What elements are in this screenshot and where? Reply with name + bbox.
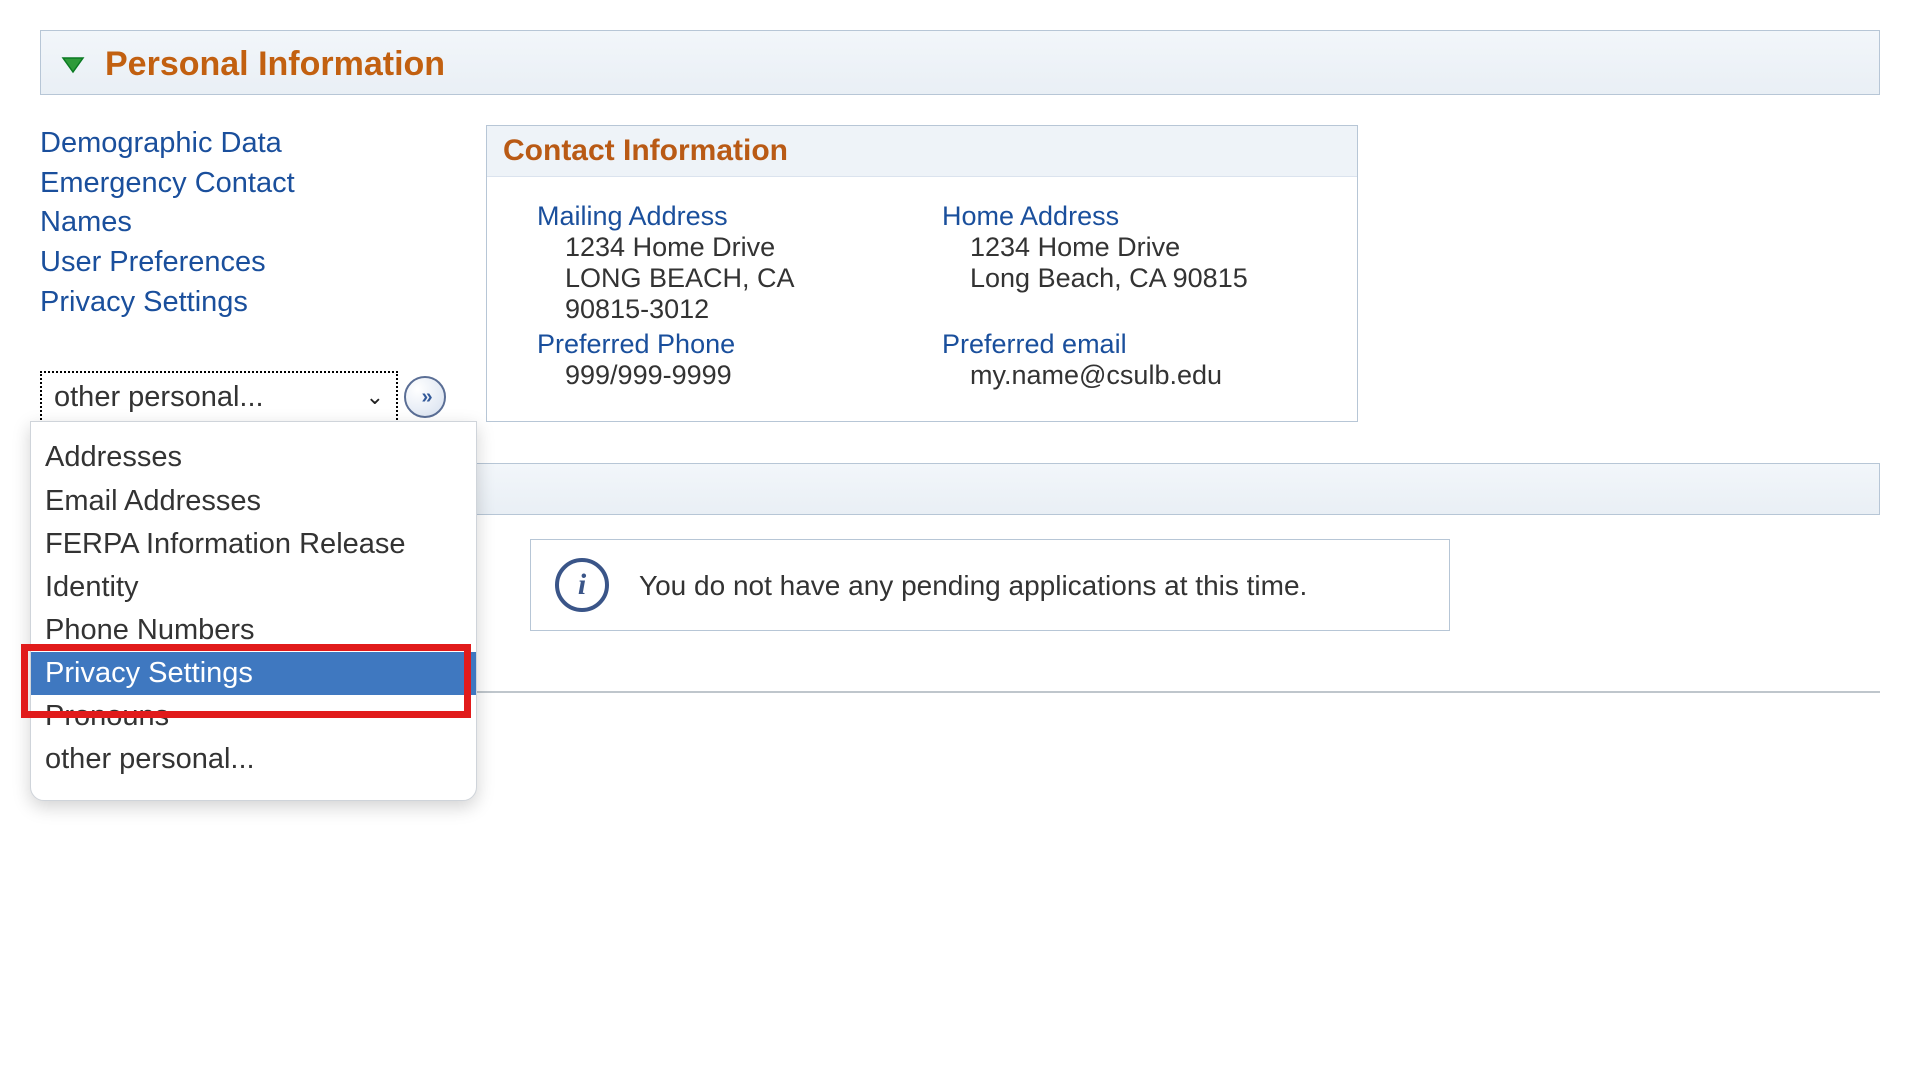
nav-link-demographic-data[interactable]: Demographic Data (40, 125, 446, 163)
contact-info-panel: Contact Information Mailing Address 1234… (486, 125, 1358, 422)
dropdown-option-phone-numbers[interactable]: Phone Numbers (31, 609, 476, 652)
nav-link-user-preferences[interactable]: User Preferences (40, 244, 446, 282)
dropdown-selected-value: other personal... (54, 381, 264, 414)
mailing-address-label[interactable]: Mailing Address (537, 201, 912, 232)
dropdown-option-privacy-settings[interactable]: Privacy Settings (31, 652, 476, 695)
dropdown-option-other-personal[interactable]: other personal... (31, 738, 476, 781)
dropdown-option-ferpa[interactable]: FERPA Information Release (31, 523, 476, 566)
collapse-triangle-icon[interactable] (61, 55, 85, 75)
nav-link-privacy-settings[interactable]: Privacy Settings (40, 284, 446, 322)
dropdown-option-identity[interactable]: Identity (31, 566, 476, 609)
go-button[interactable]: » (404, 376, 446, 418)
mailing-address-line2: LONG BEACH, CA (537, 263, 912, 294)
other-personal-dropdown[interactable]: other personal... ⌄ (40, 371, 398, 423)
section-header[interactable]: Personal Information (40, 30, 1880, 95)
dropdown-option-email-addresses[interactable]: Email Addresses (31, 480, 476, 523)
dropdown-list: Addresses Email Addresses FERPA Informat… (30, 421, 477, 800)
chevron-down-icon: ⌄ (366, 384, 384, 410)
info-icon: i (555, 558, 609, 612)
home-address-line1: 1234 Home Drive (942, 232, 1317, 263)
preferred-phone-label[interactable]: Preferred Phone (537, 329, 912, 360)
mailing-address-line3: 90815-3012 (537, 294, 912, 325)
dropdown-option-pronouns[interactable]: Pronouns (31, 695, 476, 738)
section-title: Personal Information (105, 45, 445, 84)
dropdown-option-addresses[interactable]: Addresses (31, 436, 476, 479)
double-chevron-right-icon: » (421, 386, 428, 409)
application-status-box: i You do not have any pending applicatio… (530, 539, 1450, 631)
other-personal-dropdown-wrap: other personal... ⌄ » Addresses Email Ad… (40, 371, 446, 423)
home-address-line2: Long Beach, CA 90815 (942, 263, 1317, 294)
home-address-label[interactable]: Home Address (942, 201, 1317, 232)
preferred-email-value: my.name@csulb.edu (942, 360, 1317, 391)
application-status-message: You do not have any pending applications… (639, 567, 1307, 605)
personal-info-nav: Demographic Data Emergency Contact Names… (40, 125, 446, 423)
nav-link-names[interactable]: Names (40, 204, 446, 242)
preferred-email-label[interactable]: Preferred email (942, 329, 1317, 360)
preferred-phone-value: 999/999-9999 (537, 360, 912, 391)
nav-link-emergency-contact[interactable]: Emergency Contact (40, 165, 446, 203)
contact-info-title: Contact Information (487, 126, 1357, 177)
mailing-address-line1: 1234 Home Drive (537, 232, 912, 263)
